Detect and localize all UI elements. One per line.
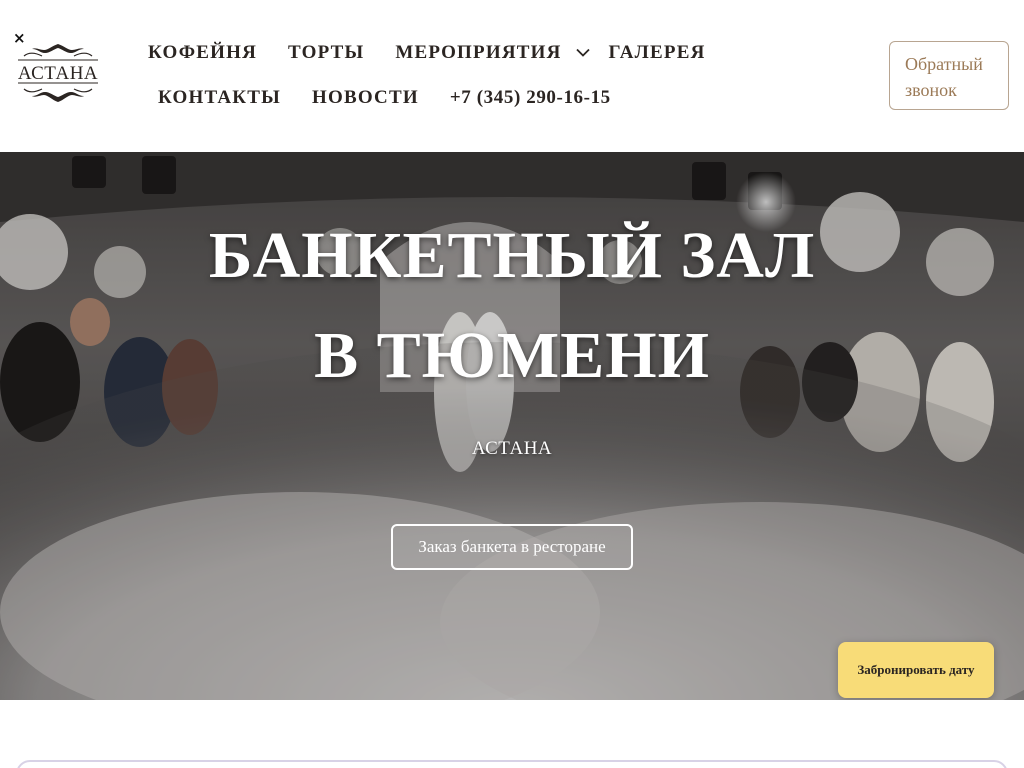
hero-banner: БАНКЕТНЫЙ ЗАЛ В ТЮМЕНИ АСТАНА Заказ банк… <box>0 152 1024 700</box>
nav-item-events[interactable]: МЕРОПРИЯТИЯ <box>395 42 561 64</box>
order-banquet-button[interactable]: Заказ банкета в ресторане <box>391 524 633 570</box>
chevron-down-icon[interactable] <box>575 44 590 62</box>
callback-button[interactable]: Обратный звонок <box>889 41 1009 110</box>
logo[interactable]: АСТАНА <box>14 42 102 104</box>
nav-item-cakes[interactable]: ТОРТЫ <box>288 42 364 64</box>
hero-subtitle: АСТАНА <box>471 438 553 459</box>
callback-label-line2: звонок <box>905 80 957 100</box>
main-nav-row2: КОНТАКТЫ НОВОСТИ +7 (345) 290-16-15 <box>158 85 642 111</box>
content-card <box>16 760 1008 768</box>
logo-text: АСТАНА <box>18 63 98 84</box>
hero-title-line2: В ТЮМЕНИ <box>314 319 710 392</box>
nav-item-coffee[interactable]: КОФЕЙНЯ <box>148 42 257 64</box>
nav-item-contacts[interactable]: КОНТАКТЫ <box>158 87 281 109</box>
book-date-button[interactable]: Забронировать дату <box>838 642 994 698</box>
site-header: × АСТАНА КОФЕЙНЯ ТОРТЫ МЕРОПРИЯТИЯ ГАЛЕР… <box>0 0 1024 152</box>
phone-link[interactable]: +7 (345) 290-16-15 <box>450 87 611 109</box>
main-nav-row1: КОФЕЙНЯ ТОРТЫ МЕРОПРИЯТИЯ ГАЛЕРЕЯ <box>148 40 737 66</box>
nav-item-gallery[interactable]: ГАЛЕРЕЯ <box>609 42 706 64</box>
callback-label-line1: Обратный <box>905 54 983 74</box>
nav-item-news[interactable]: НОВОСТИ <box>312 87 419 109</box>
hero-title-line1: БАНКЕТНЫЙ ЗАЛ <box>208 219 816 292</box>
